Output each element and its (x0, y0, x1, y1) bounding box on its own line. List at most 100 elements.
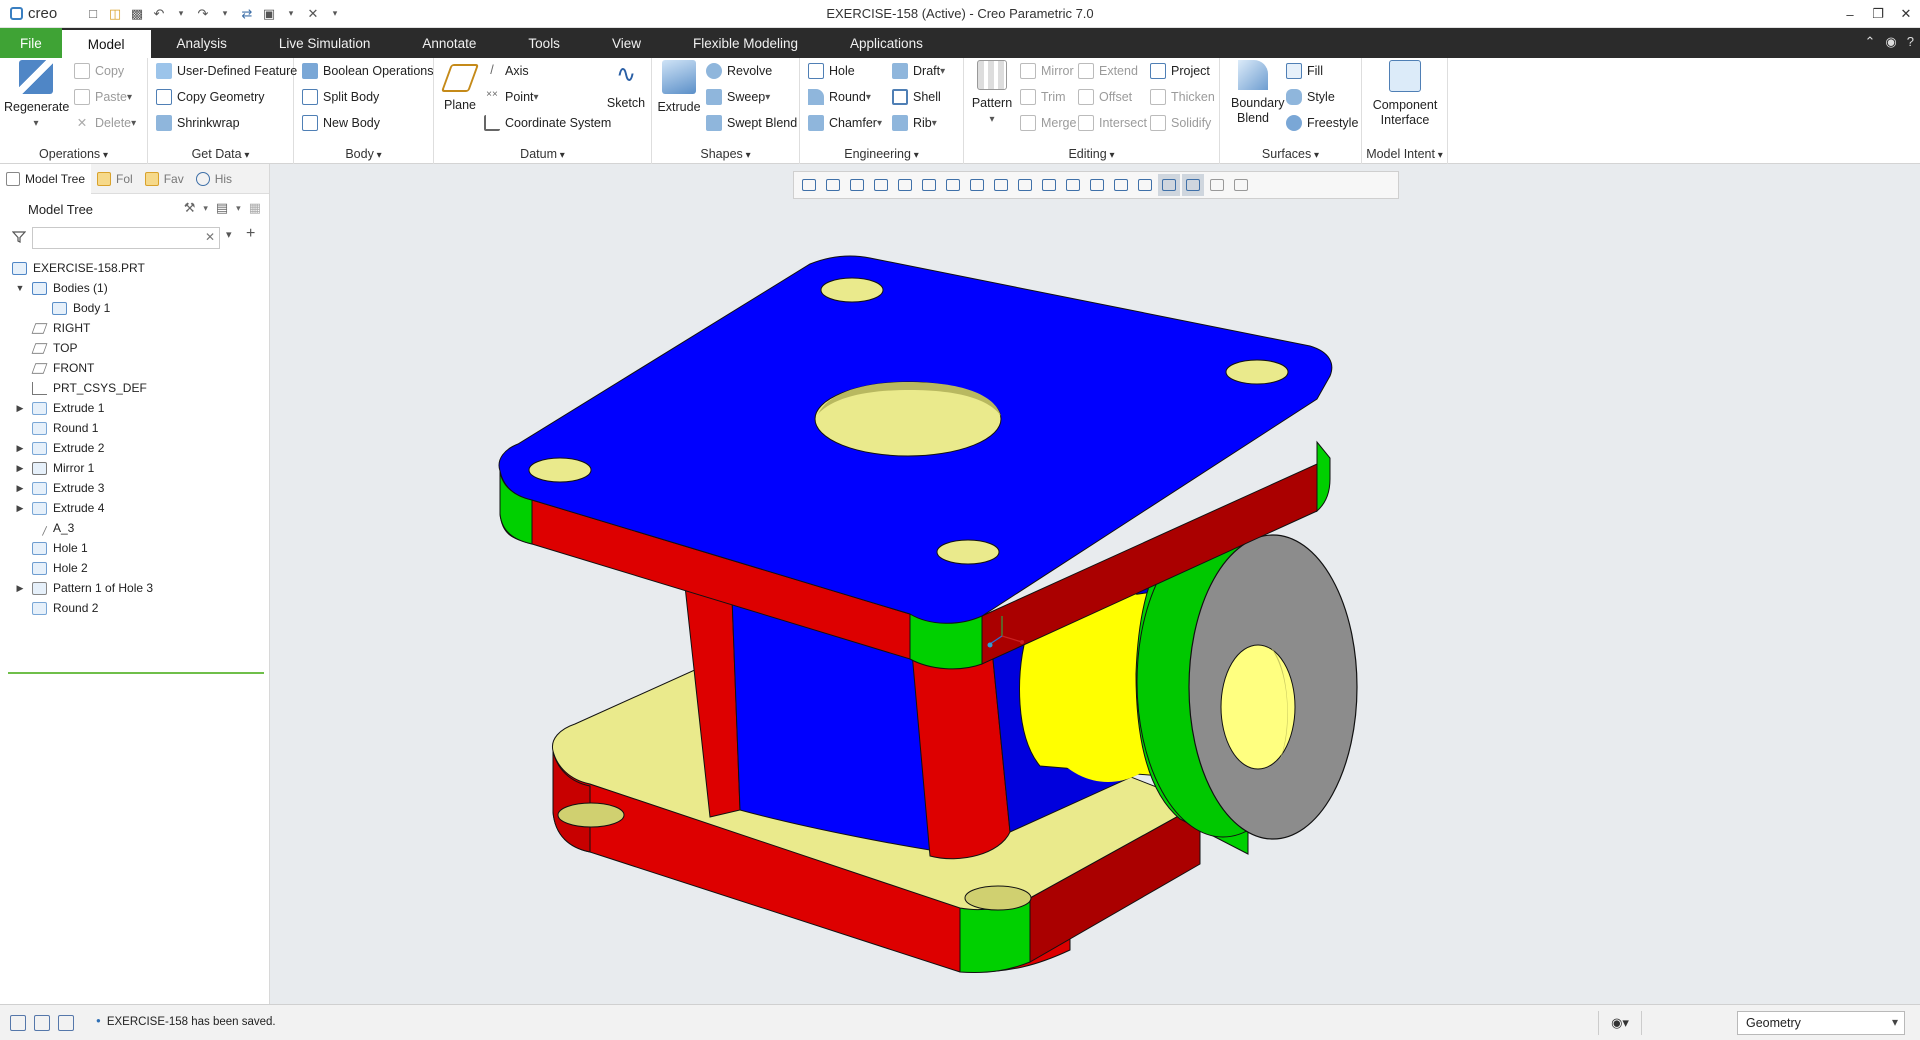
add-column-icon[interactable]: + (246, 225, 255, 243)
tree-item[interactable]: ▶ Extrude 1 (0, 398, 269, 418)
shapes-group-label[interactable]: Shapes (652, 147, 799, 161)
component-interface-button[interactable]: Component Interface (1364, 60, 1446, 128)
project-button[interactable]: Project (1150, 60, 1210, 82)
tree-item[interactable]: FRONT (0, 358, 269, 378)
tree-item[interactable]: ▶ Extrude 3 (0, 478, 269, 498)
tree-expand-icon[interactable]: ▼ (14, 283, 26, 293)
rib-button[interactable]: Rib (892, 112, 937, 134)
engineering-group-label[interactable]: Engineering (800, 147, 963, 161)
new-file-icon[interactable]: □ (83, 4, 103, 24)
help-icon[interactable]: ? (1907, 34, 1914, 50)
tree-item[interactable]: TOP (0, 338, 269, 358)
undo-icon[interactable]: ↶ (149, 4, 169, 24)
tree-item[interactable]: RIGHT (0, 318, 269, 338)
chamfer-button[interactable]: Chamfer (808, 112, 882, 134)
shell-button[interactable]: Shell (892, 86, 941, 108)
swept-blend-button[interactable]: Swept Blend (706, 112, 797, 134)
tab-view[interactable]: View (586, 28, 667, 58)
style-button[interactable]: Style (1286, 86, 1335, 108)
tree-item[interactable]: ▶ Extrude 4 (0, 498, 269, 518)
tree-item[interactable]: ▶ Pattern 1 of Hole 3 (0, 578, 269, 598)
freestyle-button[interactable]: Freestyle (1286, 112, 1358, 134)
editing-group-label[interactable]: Editing (964, 147, 1219, 161)
tree-item[interactable]: ▼ Bodies (1) (0, 278, 269, 298)
extend-button[interactable]: Extend (1078, 60, 1138, 82)
coordinate-system-button[interactable]: Coordinate System (484, 112, 611, 134)
axis-button[interactable]: / Axis (484, 60, 528, 82)
settings-tools-icon[interactable]: ⚒ (184, 200, 196, 216)
regenerate-button[interactable]: Regenerate (4, 60, 69, 131)
tree-item[interactable]: ▶ Extrude 2 (0, 438, 269, 458)
tab-folder-browser[interactable]: Fol (91, 164, 139, 194)
navigator-toggle-icon[interactable] (10, 1015, 26, 1031)
sweep-button[interactable]: Sweep (706, 86, 770, 108)
udf-button[interactable]: User-Defined Feature (156, 60, 297, 82)
save-icon[interactable]: ▩ (127, 4, 147, 24)
browser-toggle-icon[interactable] (34, 1015, 50, 1031)
graphics-window[interactable] (270, 164, 1920, 1004)
tab-model-tree[interactable]: Model Tree (0, 163, 92, 194)
close-window-icon[interactable]: ✕ (303, 4, 323, 24)
undo-dropdown-icon[interactable]: ▾ (171, 4, 191, 24)
operations-group-label[interactable]: Operations (0, 147, 147, 161)
surfaces-group-label[interactable]: Surfaces (1220, 147, 1361, 161)
delete-button[interactable]: ✕ Delete (74, 112, 136, 134)
mirror-button[interactable]: Mirror (1020, 60, 1074, 82)
search-help-icon[interactable]: ◉ (1885, 34, 1896, 50)
body-group-label[interactable]: Body (294, 147, 433, 161)
open-folder-icon[interactable]: ◫ (105, 4, 125, 24)
insert-indicator[interactable] (8, 672, 264, 674)
tree-item[interactable]: Round 2 (0, 598, 269, 618)
merge-button[interactable]: Merge (1020, 112, 1076, 134)
revolve-button[interactable]: Revolve (706, 60, 772, 82)
tree-item[interactable]: EXERCISE-158.PRT (0, 258, 269, 278)
clear-search-icon[interactable]: ✕ (205, 230, 215, 244)
plane-button[interactable]: Plane (438, 60, 482, 113)
tree-item[interactable]: Round 1 (0, 418, 269, 438)
tab-annotate[interactable]: Annotate (396, 28, 502, 58)
settings-dropdown-icon[interactable]: ▾ (203, 200, 208, 216)
tree-filter-icon[interactable]: ▦ (249, 200, 261, 216)
split-body-button[interactable]: Split Body (302, 86, 379, 108)
fill-button[interactable]: Fill (1286, 60, 1323, 82)
draft-button[interactable]: Draft (892, 60, 945, 82)
tree-item[interactable]: A_3 (0, 518, 269, 538)
point-button[interactable]: ×× Point (484, 86, 539, 108)
datum-group-label[interactable]: Datum (434, 147, 651, 161)
find-icon[interactable]: ◉▾ (1598, 1011, 1642, 1035)
collapse-ribbon-icon[interactable]: ⌃ (1865, 34, 1876, 50)
tree-expand-icon[interactable]: ▶ (14, 503, 26, 514)
tree-item[interactable]: PRT_CSYS_DEF (0, 378, 269, 398)
boundary-blend-button[interactable]: Boundary Blend (1222, 60, 1285, 126)
offset-button[interactable]: Offset (1078, 86, 1132, 108)
hole-button[interactable]: Hole (808, 60, 855, 82)
3d-model-view[interactable] (270, 164, 1920, 1004)
tab-analysis[interactable]: Analysis (151, 28, 253, 58)
tab-history[interactable]: His (190, 164, 238, 194)
tab-tools[interactable]: Tools (502, 28, 586, 58)
pattern-dropdown-icon[interactable] (989, 111, 994, 125)
paste-button[interactable]: Paste (74, 86, 132, 108)
tree-item[interactable]: Hole 1 (0, 538, 269, 558)
solidify-button[interactable]: Solidify (1150, 112, 1211, 134)
tab-model[interactable]: Model (61, 30, 151, 58)
sketch-button[interactable]: ∿ Sketch (604, 60, 648, 111)
regenerate-dropdown-icon[interactable] (33, 115, 38, 129)
tree-item[interactable]: Hole 2 (0, 558, 269, 578)
tree-item[interactable]: ▶ Mirror 1 (0, 458, 269, 478)
search-dropdown-icon[interactable]: ▾ (226, 228, 232, 241)
shrinkwrap-button[interactable]: Shrinkwrap (156, 112, 240, 134)
get-data-group-label[interactable]: Get Data (148, 147, 293, 161)
tree-search-input[interactable] (32, 227, 220, 249)
tab-favorites[interactable]: Fav (139, 164, 190, 194)
intersect-button[interactable]: Intersect (1078, 112, 1147, 134)
redo-dropdown-icon[interactable]: ▾ (215, 4, 235, 24)
tab-live-simulation[interactable]: Live Simulation (253, 28, 397, 58)
tab-file[interactable]: File (0, 28, 62, 58)
windows-dropdown-icon[interactable]: ▾ (281, 4, 301, 24)
customize-toolbar-icon[interactable]: ▾ (325, 4, 345, 24)
tree-expand-icon[interactable]: ▶ (14, 443, 26, 454)
round-button[interactable]: Round (808, 86, 871, 108)
tab-flexible-modeling[interactable]: Flexible Modeling (667, 28, 824, 58)
tree-expand-icon[interactable]: ▶ (14, 483, 26, 494)
